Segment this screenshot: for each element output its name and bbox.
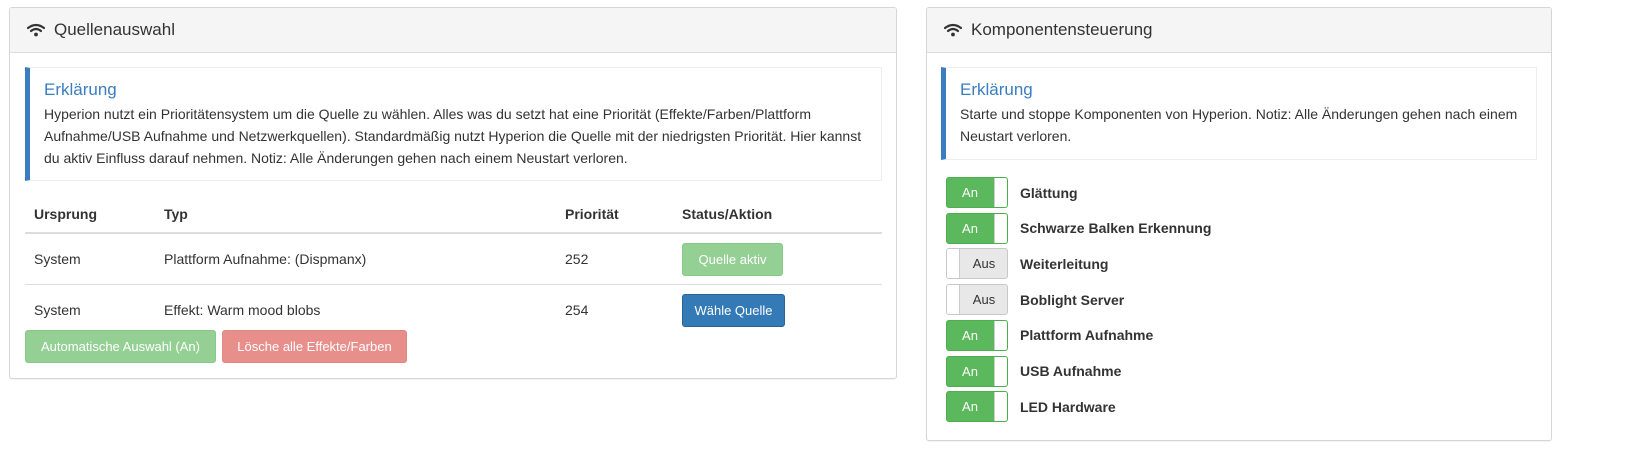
toggle-state-label: An: [962, 220, 978, 236]
component-row-schwarze-balken-erkennung: An Schwarze Balken Erkennung: [946, 212, 1211, 245]
component-label: Glättung: [1020, 184, 1078, 201]
component-label: USB Aufnahme: [1020, 363, 1122, 379]
component-toggle[interactable]: An: [946, 355, 1008, 387]
wifi-icon: [944, 23, 962, 37]
panel-title: Komponentensteuerung: [971, 20, 1153, 39]
component-control-header: Komponentensteuerung: [927, 8, 1551, 53]
component-toggle[interactable]: Aus: [946, 248, 1008, 280]
source-selection-header: Quellenauswahl: [10, 8, 896, 53]
cell-action: Quelle aktiv: [673, 233, 882, 285]
toggle-state-label: Aus: [972, 292, 996, 308]
col-origin: Ursprung: [25, 196, 155, 234]
choose-source-button[interactable]: Wähle Quelle: [682, 293, 785, 327]
toggle-state-label: An: [962, 363, 978, 379]
component-row-weiterleitung: Aus Weiterleitung: [946, 247, 1108, 280]
col-priority: Priorität: [556, 196, 673, 234]
component-row-plattform-aufnahme: An Plattform Aufnahme: [946, 319, 1153, 352]
toggle-state-label: Aus: [972, 256, 996, 272]
cell-type: Plattform Aufnahme: (Dispmanx): [155, 233, 556, 285]
component-row-boblight-server: Aus Boblight Server: [946, 283, 1124, 316]
table-header-row: Ursprung Typ Priorität Status/Aktion: [25, 196, 882, 234]
toggle-state-label: An: [962, 185, 978, 200]
component-toggle[interactable]: An: [946, 391, 1008, 423]
panel-title: Quellenauswahl: [54, 20, 175, 39]
cell-action: Wähle Quelle: [673, 285, 882, 336]
component-row-glättung: An Glättung: [946, 176, 1078, 209]
component-row-led-hardware: An LED Hardware: [946, 390, 1116, 423]
toggle-handle[interactable]: [994, 320, 1007, 350]
clear-all-effects-button[interactable]: Lösche alle Effekte/Farben: [222, 330, 407, 363]
component-toggle[interactable]: An: [946, 319, 1008, 351]
component-toggle[interactable]: Aus: [946, 284, 1008, 316]
table-row: System Plattform Aufnahme: (Dispmanx) 25…: [25, 233, 882, 285]
toggle-handle[interactable]: [947, 285, 960, 315]
component-toggle[interactable]: An: [946, 177, 1008, 208]
callout-heading: Erklärung: [960, 80, 1033, 99]
cell-origin: System: [25, 233, 155, 285]
component-row-usb-aufnahme: An USB Aufnahme: [946, 355, 1121, 388]
callout-heading: Erklärung: [44, 80, 117, 99]
table-row: System Effekt: Warm mood blobs 254 Wähle…: [25, 285, 882, 336]
component-label: Weiterleitung: [1020, 255, 1109, 272]
component-label: Schwarze Balken Erkennung: [1020, 220, 1212, 237]
toggle-handle[interactable]: [994, 356, 1007, 386]
col-type: Typ: [155, 196, 556, 234]
toggle-state-label: An: [962, 327, 978, 343]
cell-priority: 252: [556, 233, 673, 285]
component-label: Boblight Server: [1020, 291, 1125, 308]
toggle-handle[interactable]: [994, 392, 1007, 422]
toggle-handle[interactable]: [947, 249, 960, 279]
toggle-state-label: An: [962, 399, 978, 415]
source-active-button[interactable]: Quelle aktiv: [682, 242, 783, 276]
cell-origin: System: [34, 302, 81, 318]
explanation-callout: Erklärung Hyperion nutzt ein Prioritäten…: [25, 67, 882, 181]
component-label: LED Hardware: [1020, 398, 1116, 415]
toggle-handle[interactable]: [994, 178, 1007, 207]
component-toggle[interactable]: An: [946, 212, 1008, 244]
cell-type: Effekt: Warm mood blobs: [164, 302, 321, 318]
callout-text: Hyperion nutzt ein Prioritätensystem um …: [44, 106, 862, 166]
component-control-panel: Komponentensteuerung Erklärung Starte un…: [926, 7, 1552, 441]
col-status-action: Status/Aktion: [673, 196, 882, 234]
source-selection-panel: Quellenauswahl Erklärung Hyperion nutzt …: [9, 7, 897, 379]
explanation-callout: Erklärung Starte und stoppe Komponenten …: [941, 67, 1537, 160]
callout-text: Starte und stoppe Komponenten von Hyperi…: [960, 106, 1518, 144]
auto-select-button[interactable]: Automatische Auswahl (An): [25, 330, 216, 363]
wifi-icon: [27, 23, 45, 37]
toggle-handle[interactable]: [994, 213, 1007, 243]
cell-priority: 254: [565, 302, 589, 318]
component-label: Plattform Aufnahme: [1020, 327, 1154, 344]
sources-table: Ursprung Typ Priorität Status/Aktion Sys…: [25, 196, 882, 335]
